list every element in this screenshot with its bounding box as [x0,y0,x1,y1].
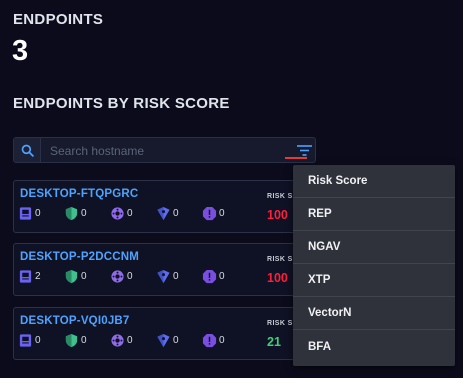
metric-ngav: 0 [64,206,110,221]
risk-score-value: 21 [267,335,281,349]
ngav-icon [64,206,79,221]
vectorn-icon [156,333,171,348]
metric-vectorn: 0 [156,333,202,348]
filter-active-indicator [285,157,307,159]
metric-rep: 0 [18,206,64,221]
endpoints-summary-title: ENDPOINTS [13,11,104,28]
ngav-icon [64,269,79,284]
endpoint-metrics: 0 0 0 0 0 [18,333,248,348]
vectorn-icon [156,269,171,284]
filter-icon [296,144,312,156]
metric-value: 0 [219,208,225,219]
sort-menu-item-vectorn[interactable]: VectorN [293,297,455,330]
endpoint-hostname[interactable]: DESKTOP-FTQPGRC [20,188,138,200]
metric-value: 0 [81,271,87,282]
rep-icon [18,333,33,348]
risk-score-value: 100 [267,271,288,285]
metric-value: 0 [127,271,133,282]
metric-vectorn: 0 [156,206,202,221]
rep-icon [18,269,33,284]
sort-menu-item-ngav[interactable]: NGAV [293,231,455,264]
section-title: ENDPOINTS BY RISK SCORE [13,95,230,112]
search-bar [13,137,316,163]
endpoint-card[interactable]: DESKTOP-VQI0JB7 0 0 0 0 0 RISK SCO 21 [13,307,318,360]
sort-menu: Risk Score REP NGAV XTP VectorN BFA [293,165,455,366]
ngav-icon [64,333,79,348]
metric-rep: 0 [18,333,64,348]
metric-xtp: 0 [110,333,156,348]
metric-xtp: 0 [110,269,156,284]
bfa-icon [202,333,217,348]
metric-value: 0 [127,335,133,346]
metric-value: 0 [219,271,225,282]
metric-value: 0 [35,208,41,219]
metric-bfa: 0 [202,269,248,284]
bfa-icon [202,206,217,221]
metric-ngav: 0 [64,333,110,348]
xtp-icon [110,206,125,221]
metric-value: 0 [127,208,133,219]
bfa-icon [202,269,217,284]
search-input[interactable] [48,141,288,161]
search-icon[interactable] [14,138,41,162]
rep-icon [18,206,33,221]
metric-vectorn: 0 [156,269,202,284]
endpoint-card[interactable]: DESKTOP-FTQPGRC 0 0 0 0 0 RISK SCO 100 [13,180,318,233]
metric-value: 0 [173,208,179,219]
endpoint-card[interactable]: DESKTOP-P2DCCNM 2 0 0 0 0 RISK SCO 100 [13,243,318,296]
metric-bfa: 0 [202,206,248,221]
metric-ngav: 0 [64,269,110,284]
metric-xtp: 0 [110,206,156,221]
metric-value: 2 [35,271,41,282]
metric-value: 0 [81,335,87,346]
sort-menu-item-risk-score[interactable]: Risk Score [293,165,455,198]
metric-bfa: 0 [202,333,248,348]
endpoint-hostname[interactable]: DESKTOP-VQI0JB7 [20,315,130,327]
metric-value: 0 [173,335,179,346]
metric-value: 0 [219,335,225,346]
risk-score-value: 100 [267,208,288,222]
metric-value: 0 [81,208,87,219]
sort-menu-item-bfa[interactable]: BFA [293,330,455,363]
xtp-icon [110,269,125,284]
metric-value: 0 [35,335,41,346]
sort-menu-item-rep[interactable]: REP [293,198,455,231]
endpoint-hostname[interactable]: DESKTOP-P2DCCNM [20,251,139,263]
endpoint-metrics: 2 0 0 0 0 [18,269,248,284]
endpoint-metrics: 0 0 0 0 0 [18,206,248,221]
vectorn-icon [156,206,171,221]
sort-menu-item-xtp[interactable]: XTP [293,264,455,297]
xtp-icon [110,333,125,348]
metric-rep: 2 [18,269,64,284]
endpoints-count: 3 [12,35,29,67]
metric-value: 0 [173,271,179,282]
